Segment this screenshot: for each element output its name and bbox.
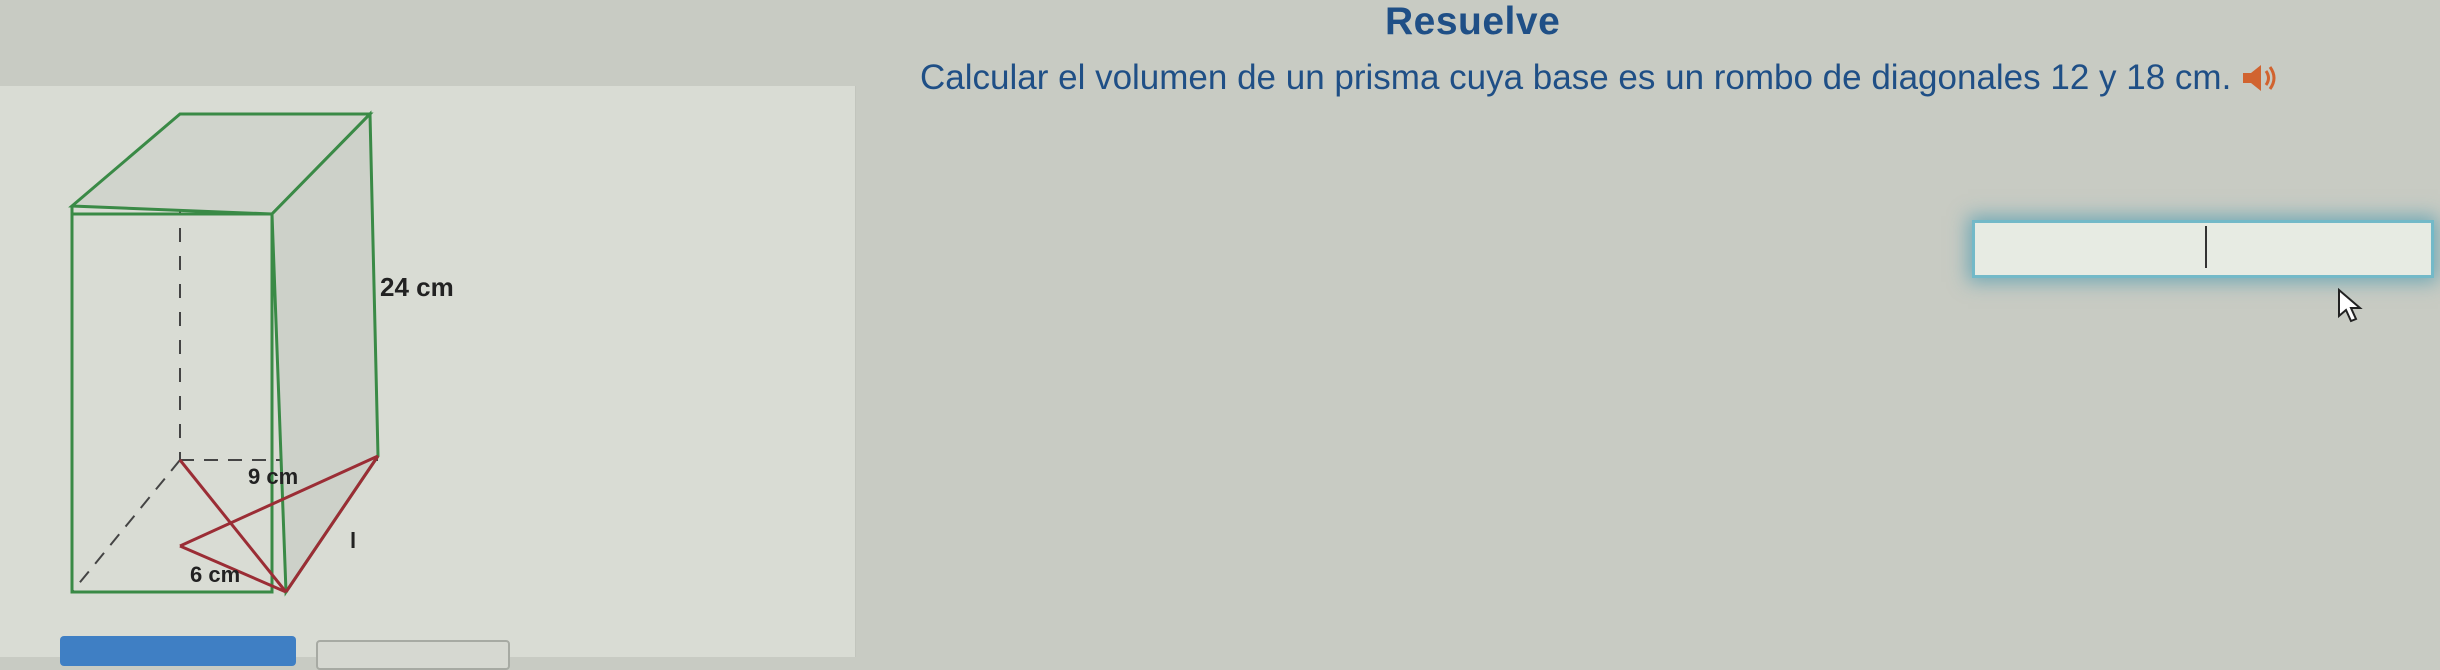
- hidden-edge-base-left: [71, 459, 181, 593]
- secondary-button[interactable]: [316, 640, 510, 670]
- figure-panel: 24 cm 9 cm 6 cm l: [0, 86, 856, 657]
- prism-figure: 24 cm 9 cm 6 cm l: [68, 110, 454, 597]
- page-title: Resuelve: [1385, 0, 1561, 43]
- answer-input[interactable]: [1972, 220, 2434, 278]
- question-text: Calcular el volumen de un prisma cuya ba…: [920, 58, 2232, 97]
- speaker-icon[interactable]: [2239, 61, 2281, 95]
- short-diagonal-label: 6 cm: [190, 562, 240, 587]
- primary-button[interactable]: [60, 636, 296, 666]
- height-label: 24 cm: [380, 272, 454, 302]
- text-caret: [2205, 226, 2207, 268]
- long-diagonal-label: 9 cm: [248, 464, 298, 489]
- question-row: Calcular el volumen de un prisma cuya ba…: [920, 58, 2281, 98]
- cursor-icon: [2335, 287, 2365, 329]
- side-label: l: [350, 528, 356, 553]
